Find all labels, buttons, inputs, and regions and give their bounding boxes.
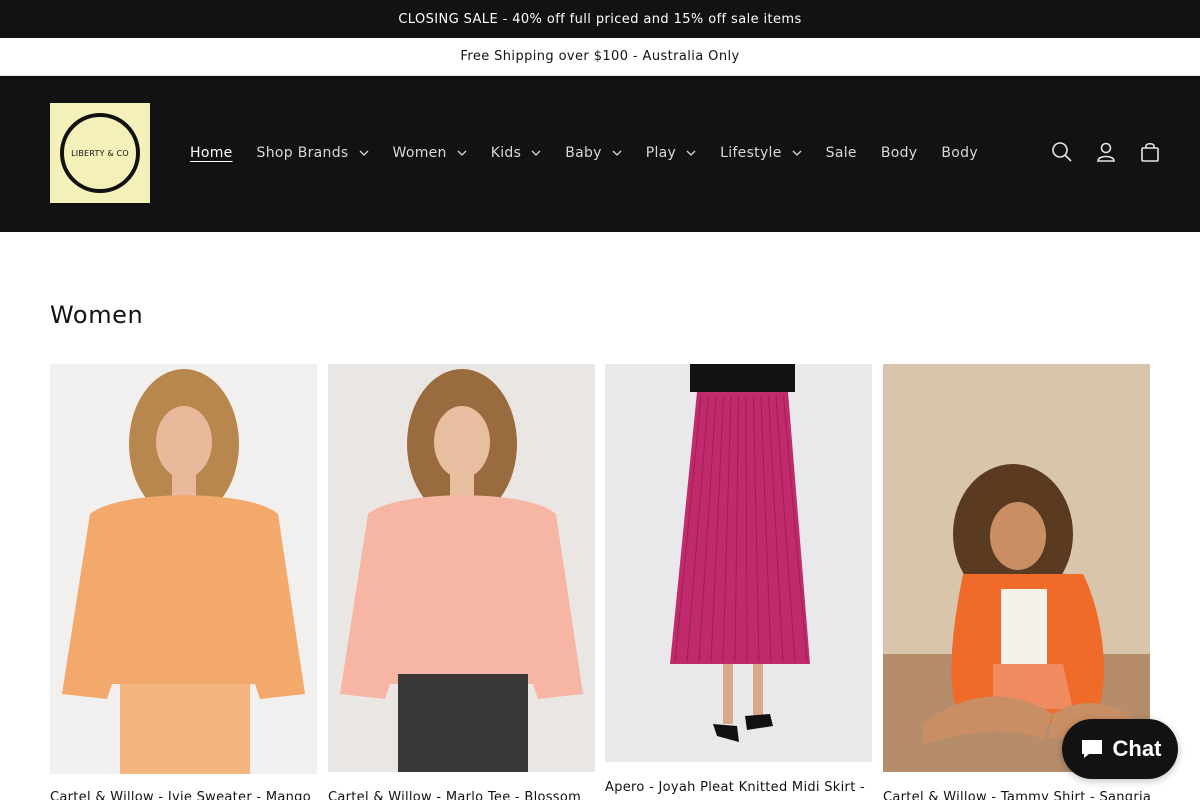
nav-label: Body bbox=[941, 145, 978, 161]
product-title[interactable]: Cartel & Willow - Ivie Sweater - Mango bbox=[50, 790, 317, 800]
product-image[interactable] bbox=[605, 364, 872, 762]
announcement-bar: CLOSING SALE - 40% off full priced and 1… bbox=[0, 0, 1200, 38]
chevron-down-icon bbox=[531, 148, 541, 158]
collection-title: Women bbox=[50, 301, 144, 329]
nav-item-play[interactable]: Play bbox=[634, 138, 708, 168]
chevron-down-icon bbox=[686, 148, 696, 158]
product-image[interactable] bbox=[883, 364, 1150, 772]
header-icons bbox=[1030, 140, 1162, 164]
nav-item-women[interactable]: Women bbox=[381, 138, 479, 168]
nav-item-body[interactable]: Body bbox=[929, 138, 990, 168]
nav-item-sale[interactable]: Sale bbox=[814, 138, 869, 168]
product-title[interactable]: Cartel & Willow - Marlo Tee - Blossom bbox=[328, 790, 595, 800]
nav-label: Baby bbox=[565, 145, 602, 161]
nav-label: Lifestyle bbox=[720, 145, 782, 161]
nav-item-home[interactable]: Home bbox=[178, 138, 245, 168]
product-card[interactable] bbox=[328, 364, 595, 772]
logo-text: LIBERTY & CO bbox=[71, 148, 129, 158]
nav-label: Shop Brands bbox=[256, 145, 349, 161]
nav-label: Women bbox=[392, 145, 447, 161]
chevron-down-icon bbox=[612, 148, 622, 158]
nav-item-lifestyle[interactable]: Lifestyle bbox=[708, 138, 814, 168]
nav-item-baby[interactable]: Baby bbox=[553, 138, 634, 168]
nav-item-kids[interactable]: Kids bbox=[479, 138, 553, 168]
product-image[interactable] bbox=[50, 364, 317, 774]
cart-icon[interactable] bbox=[1138, 140, 1162, 164]
logo-ring: LIBERTY & CO bbox=[60, 113, 140, 193]
chat-label: Chat bbox=[1112, 736, 1162, 761]
announcement-text: CLOSING SALE - 40% off full priced and 1… bbox=[398, 11, 802, 27]
site-header: LIBERTY & CO Home Shop Brands Women Kids Bab… bbox=[0, 76, 1200, 232]
nav-label: Kids bbox=[490, 145, 522, 161]
search-icon[interactable] bbox=[1050, 140, 1074, 164]
nav-label: Play bbox=[645, 145, 677, 161]
shipping-bar: Free Shipping over $100 - Australia Only bbox=[0, 38, 1200, 76]
product-title[interactable]: Cartel & Willow - Tammy Shirt - Sangria bbox=[883, 790, 1150, 800]
nav-label: Body bbox=[880, 145, 918, 161]
chat-button[interactable]: Chat bbox=[1062, 719, 1178, 779]
product-card[interactable] bbox=[605, 364, 872, 762]
store-logo[interactable]: LIBERTY & CO bbox=[50, 103, 150, 203]
nav-label: Sale bbox=[825, 145, 857, 161]
product-card[interactable] bbox=[883, 364, 1150, 772]
product-image[interactable] bbox=[328, 364, 595, 772]
chevron-down-icon bbox=[457, 148, 467, 158]
nav-item-shop-brands[interactable]: Shop Brands bbox=[245, 138, 381, 168]
account-icon[interactable] bbox=[1094, 140, 1118, 164]
nav-label: Home bbox=[190, 145, 233, 161]
main-nav: Home Shop Brands Women Kids Baby Play Lifestyl… bbox=[178, 138, 990, 168]
chevron-down-icon bbox=[792, 148, 802, 158]
product-title[interactable]: Apero - Joyah Pleat Knitted Midi Skirt - bbox=[605, 780, 872, 795]
product-card[interactable] bbox=[50, 364, 317, 774]
chat-bubble-icon bbox=[1079, 737, 1105, 761]
chevron-down-icon bbox=[359, 148, 369, 158]
nav-item-body[interactable]: Body bbox=[869, 138, 930, 168]
shipping-text: Free Shipping over $100 - Australia Only bbox=[460, 49, 740, 64]
